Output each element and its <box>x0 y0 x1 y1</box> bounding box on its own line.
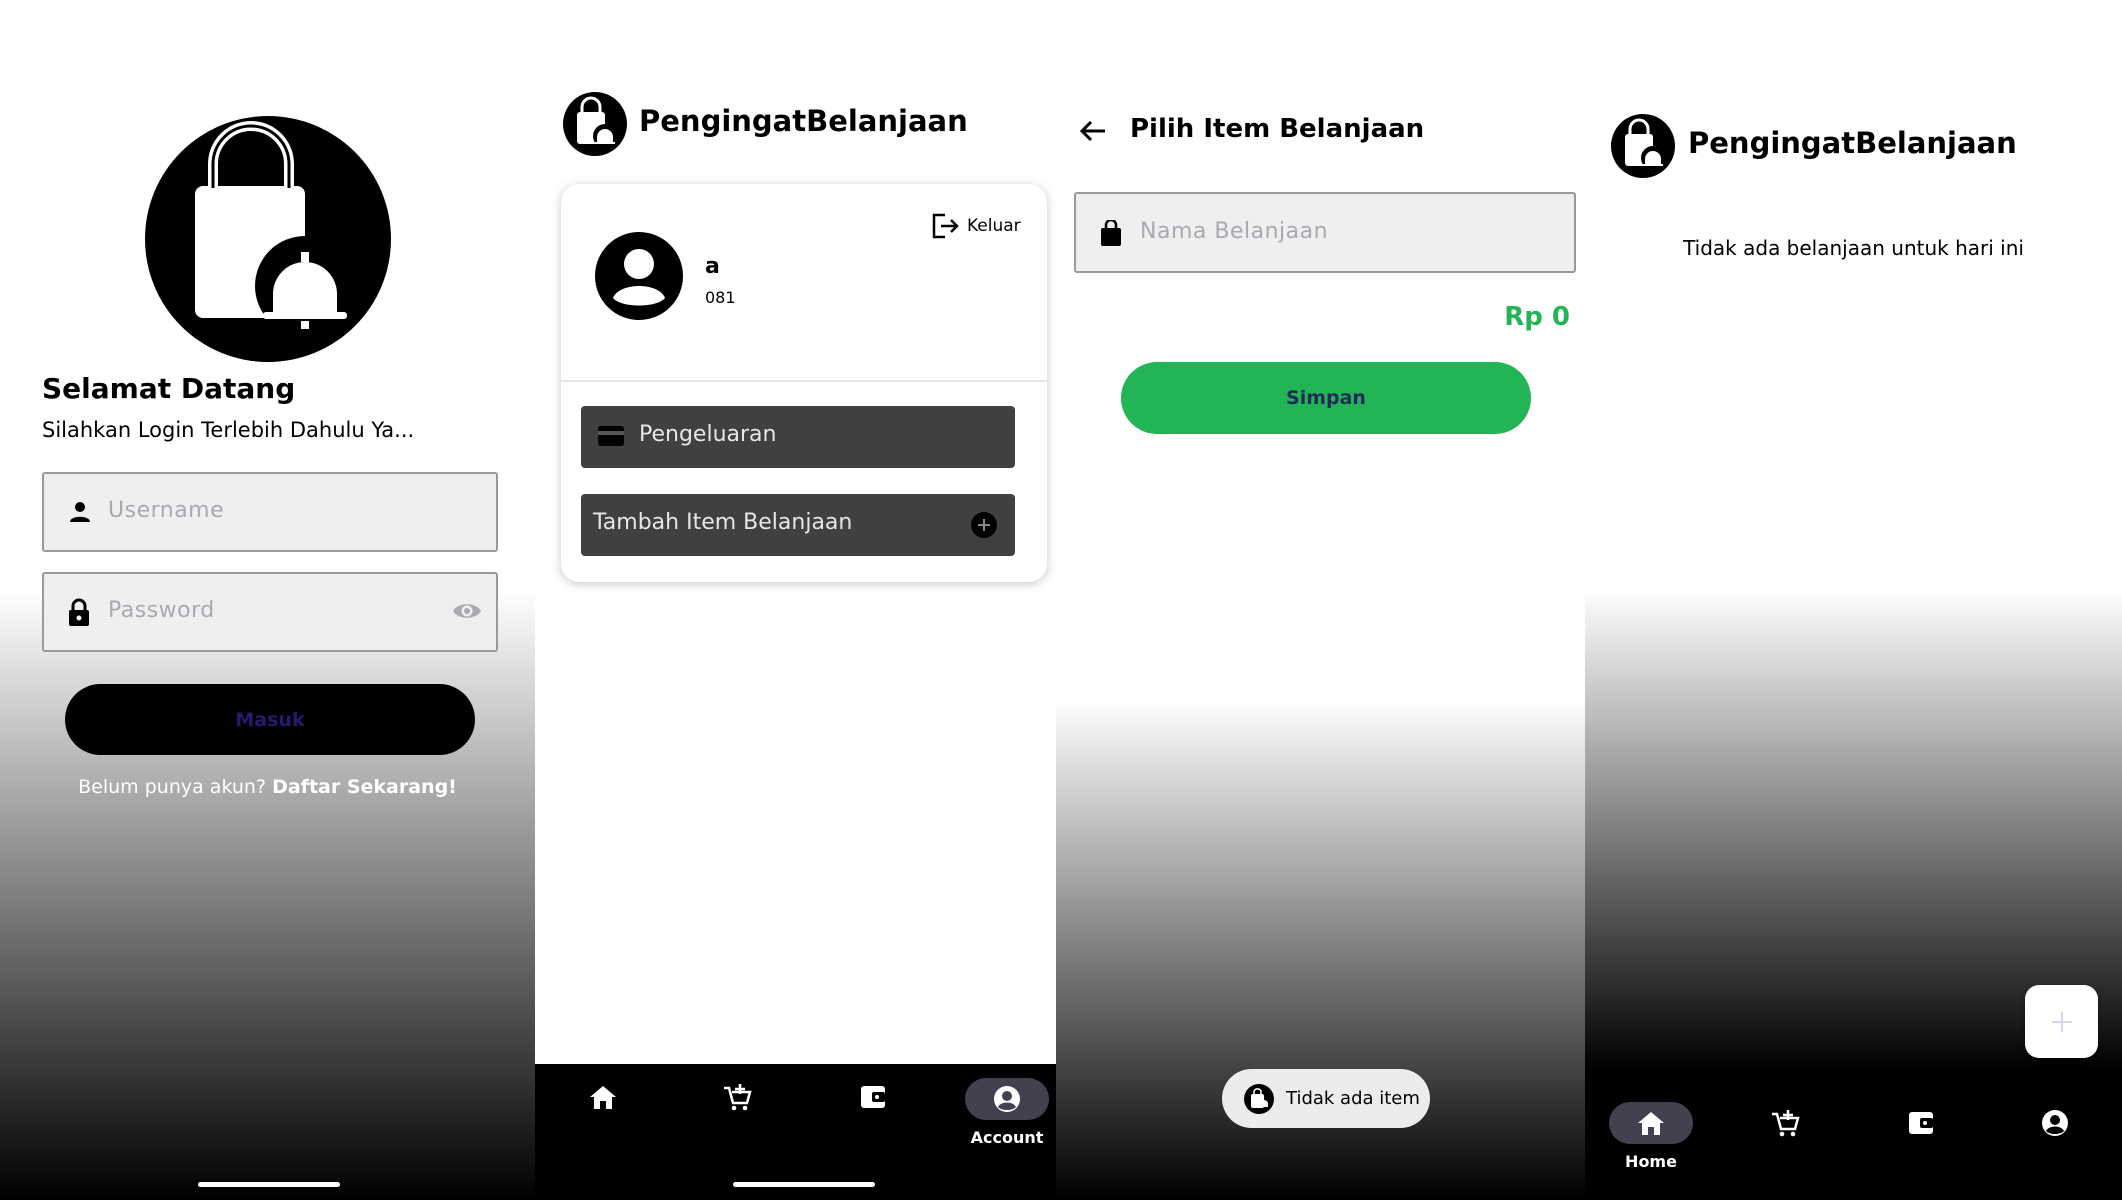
home-icon <box>561 1076 645 1118</box>
nav-account[interactable]: Account <box>965 1078 1049 1147</box>
add-cart-icon <box>695 1076 779 1118</box>
app-logo-tiny-icon <box>1244 1083 1274 1114</box>
nav-account-label: Account <box>970 1128 1044 1147</box>
plus-icon <box>2050 1010 2074 1034</box>
logout-button[interactable]: Keluar <box>931 212 1021 240</box>
item-name-field[interactable]: Nama Belanjaan <box>1074 192 1576 273</box>
home-indicator <box>198 1182 340 1187</box>
bottom-nav: Home <box>1585 1078 2122 1200</box>
welcome-subtitle: Silahkan Login Terlebih Dahulu Ya... <box>42 418 415 442</box>
home-screen: PengingatBelanjaan Tidak ada belanjaan u… <box>1585 0 2122 1200</box>
toast-text: Tidak ada item <box>1286 1088 1420 1109</box>
avatar <box>595 232 683 320</box>
expense-button[interactable]: Pengeluaran <box>581 406 1015 468</box>
nav-cart[interactable] <box>695 1076 779 1118</box>
back-arrow-icon[interactable] <box>1078 116 1108 146</box>
nav-wallet[interactable] <box>1879 1102 1963 1144</box>
add-shopping-item-button[interactable]: Tambah Item Belanjaan <box>581 494 1015 556</box>
shopping-bag-icon <box>1100 220 1122 246</box>
save-button-label: Simpan <box>1286 387 1366 409</box>
home-indicator <box>733 1182 875 1187</box>
password-field[interactable]: Password <box>42 572 498 652</box>
bottom-nav: Account <box>535 1064 1056 1200</box>
nav-home-label: Home <box>1625 1152 1677 1171</box>
lock-icon <box>68 598 90 626</box>
nav-home[interactable] <box>561 1076 645 1118</box>
signup-row: Belum punya akun? Daftar Sekarang! <box>0 776 535 798</box>
account-circle-icon <box>965 1078 1049 1120</box>
wallet-icon <box>831 1076 915 1118</box>
app-logo-small <box>1611 114 1675 178</box>
user-phone: 081 <box>705 288 736 307</box>
nav-home[interactable]: Home <box>1609 1102 1693 1171</box>
home-icon <box>1609 1102 1693 1144</box>
add-fab[interactable] <box>2025 985 2098 1058</box>
wallet-icon <box>1879 1102 1963 1144</box>
app-title: PengingatBelanjaan <box>639 104 968 138</box>
page-title: Pilih Item Belanjaan <box>1130 114 1425 144</box>
login-button[interactable]: Masuk <box>65 684 475 755</box>
profile-card: Keluar a 081 Pengeluaran Tambah Item Bel… <box>561 184 1047 582</box>
login-screen: Selamat Datang Silahkan Login Terlebih D… <box>0 0 535 1200</box>
logout-icon <box>931 212 959 240</box>
app-logo-small <box>563 92 627 156</box>
wallet-card-icon <box>597 425 625 447</box>
signup-prompt: Belum punya akun? <box>78 776 267 798</box>
save-button[interactable]: Simpan <box>1121 362 1531 434</box>
pick-items-screen: Pilih Item Belanjaan Nama Belanjaan Rp 0… <box>1056 0 1585 1200</box>
logout-label: Keluar <box>967 216 1021 236</box>
add-circle-icon <box>971 512 997 538</box>
account-circle-icon <box>2013 1102 2097 1144</box>
nav-account[interactable] <box>2013 1102 2097 1144</box>
username-field[interactable]: Username <box>42 472 498 552</box>
password-placeholder: Password <box>108 598 215 623</box>
account-screen: PengingatBelanjaan Keluar a 081 Pengelua… <box>535 0 1056 1200</box>
card-divider <box>561 380 1047 382</box>
login-button-label: Masuk <box>235 708 305 731</box>
user-name: a <box>705 254 720 279</box>
signup-link[interactable]: Daftar Sekarang! <box>272 776 457 798</box>
app-logo <box>145 116 391 362</box>
person-icon <box>68 500 92 524</box>
item-name-placeholder: Nama Belanjaan <box>1140 219 1329 244</box>
empty-toast: Tidak ada item <box>1222 1069 1430 1128</box>
expense-label: Pengeluaran <box>639 422 777 447</box>
nav-wallet[interactable] <box>831 1076 915 1118</box>
add-cart-icon <box>1743 1102 1827 1144</box>
empty-message: Tidak ada belanjaan untuk hari ini <box>1683 236 2024 260</box>
add-item-label: Tambah Item Belanjaan <box>593 510 853 535</box>
total-amount: Rp 0 <box>1504 302 1570 332</box>
app-title: PengingatBelanjaan <box>1688 126 2017 160</box>
welcome-title: Selamat Datang <box>42 372 296 405</box>
nav-cart[interactable] <box>1743 1102 1827 1144</box>
eye-icon[interactable] <box>452 600 482 622</box>
username-placeholder: Username <box>108 498 225 523</box>
